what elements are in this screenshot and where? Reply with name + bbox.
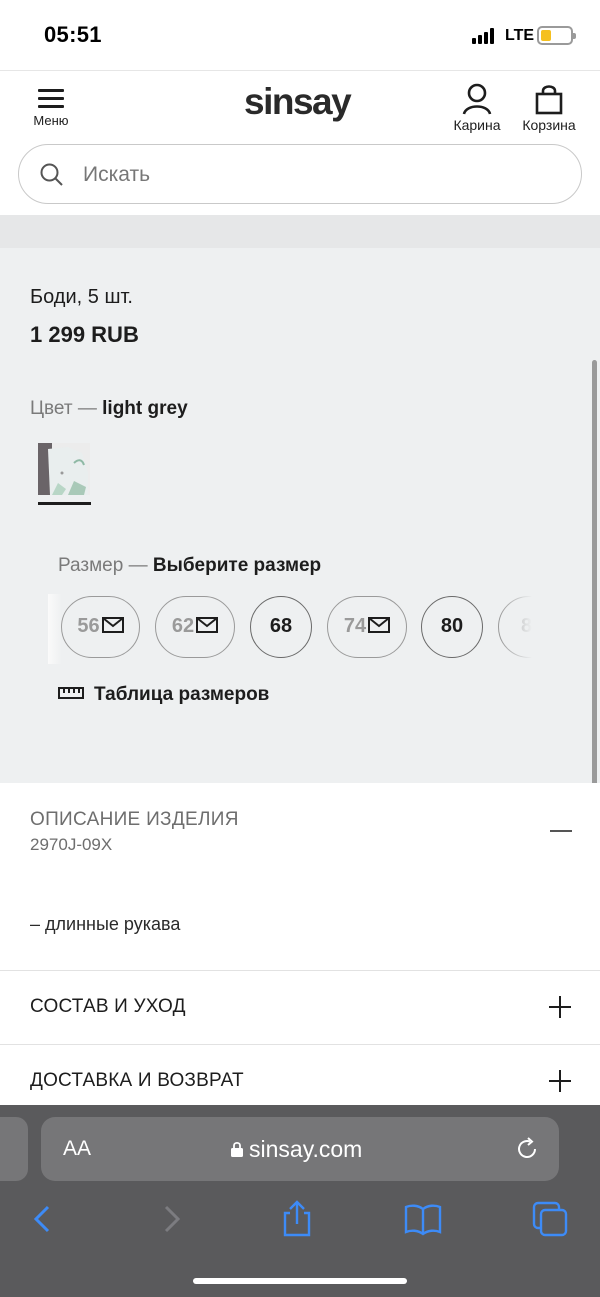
mail-icon (368, 616, 391, 633)
size-value: Выберите размер (152, 555, 322, 576)
tabs-icon[interactable] (530, 1199, 570, 1239)
color-selector-label: Цвет — light grey (30, 398, 188, 420)
mail-icon (196, 616, 219, 633)
home-indicator (193, 1278, 407, 1284)
size-option-74[interactable]: 74 (327, 596, 407, 658)
scroll-fade-right (500, 594, 540, 664)
menu-button[interactable]: Меню (26, 85, 76, 133)
size-option-label: 74 (343, 615, 367, 637)
product-info: Боди, 5 шт. 1 299 RUB Цвет — light grey … (0, 248, 600, 783)
ruler-icon (58, 686, 84, 699)
lock-icon (231, 1141, 243, 1157)
product-name: Боди, 5 шт. (30, 286, 133, 308)
size-option-62[interactable]: 62 (155, 596, 235, 658)
size-chart-label: Таблица размеров (94, 684, 270, 705)
status-time: 05:51 (44, 22, 102, 47)
search-input[interactable] (83, 159, 553, 191)
size-option-68[interactable]: 68 (250, 596, 312, 658)
size-option-label: 56 (77, 615, 100, 637)
color-swatch-light-grey[interactable] (38, 443, 90, 495)
page-scrollbar[interactable] (592, 360, 597, 848)
description-bullet: – длинные рукава (30, 914, 181, 934)
size-selector-label: Размер — Выберите размер (58, 555, 321, 577)
product-thumbnail (38, 443, 90, 495)
expand-icon (549, 996, 571, 1018)
bookmarks-icon[interactable] (403, 1199, 443, 1239)
user-icon (462, 83, 492, 115)
status-bar: 05:51 LTE (0, 0, 600, 70)
swatch-selected-indicator (38, 502, 91, 505)
menu-label: Меню (33, 113, 69, 128)
hamburger-icon (38, 89, 64, 109)
account-label: Карина (453, 117, 501, 133)
sinsay-logo[interactable]: sinsay (244, 81, 352, 123)
size-option-label: 80 (440, 615, 464, 637)
url-text: sinsay.com (231, 1136, 362, 1163)
share-icon[interactable] (277, 1199, 317, 1239)
forward-icon[interactable] (152, 1199, 192, 1239)
battery-icon (537, 26, 576, 45)
size-options: 56 62 68 74 80 86 (48, 594, 540, 664)
scroll-fade-left (48, 594, 62, 664)
reload-icon[interactable] (515, 1136, 541, 1162)
accordion-title: ДОСТАВКА И ВОЗВРАТ (30, 1070, 244, 1091)
cart-label: Корзина (522, 117, 576, 133)
size-option-56[interactable]: 56 (61, 596, 140, 658)
site-header: Меню sinsay Карина Корзина (0, 70, 600, 215)
size-option-label: 62 (171, 615, 195, 637)
size-option-label: 68 (269, 615, 293, 637)
search-icon (40, 163, 63, 186)
back-icon[interactable] (24, 1199, 64, 1239)
signal-icon (472, 28, 498, 44)
accordion-composition-care[interactable]: СОСТАВ И УХОД (0, 970, 600, 1044)
product-code: 2970J-09X (30, 835, 113, 854)
address-bar[interactable]: AA sinsay.com (41, 1117, 559, 1181)
color-label: Цвет — (30, 398, 103, 419)
browser-toolbar: AA sinsay.com (0, 1105, 600, 1297)
size-label: Размер — (58, 555, 153, 576)
url-label: sinsay.com (249, 1136, 363, 1162)
network-type: LTE (505, 27, 535, 44)
description-title[interactable]: ОПИСАНИЕ ИЗДЕЛИЯ (30, 809, 239, 831)
product-price: 1 299 RUB (30, 322, 139, 347)
color-value: light grey (102, 398, 188, 419)
cart-button[interactable]: Корзина (514, 83, 584, 133)
accordion-title: СОСТАВ И УХОД (30, 996, 186, 1017)
size-chart-link[interactable]: Таблица размеров (58, 684, 269, 706)
bag-icon (535, 85, 563, 115)
expand-icon (549, 1070, 571, 1092)
size-option-80[interactable]: 80 (421, 596, 483, 658)
image-gallery-edge (0, 215, 600, 248)
mail-icon (101, 616, 124, 633)
search-bar[interactable] (18, 144, 582, 204)
account-button[interactable]: Карина (446, 83, 508, 133)
description-section: ОПИСАНИЕ ИЗДЕЛИЯ 2970J-09X – длинные рук… (0, 783, 600, 970)
reader-options-button[interactable]: AA (63, 1137, 91, 1161)
collapse-icon[interactable] (550, 830, 572, 832)
previous-tab-preview[interactable] (0, 1117, 28, 1181)
